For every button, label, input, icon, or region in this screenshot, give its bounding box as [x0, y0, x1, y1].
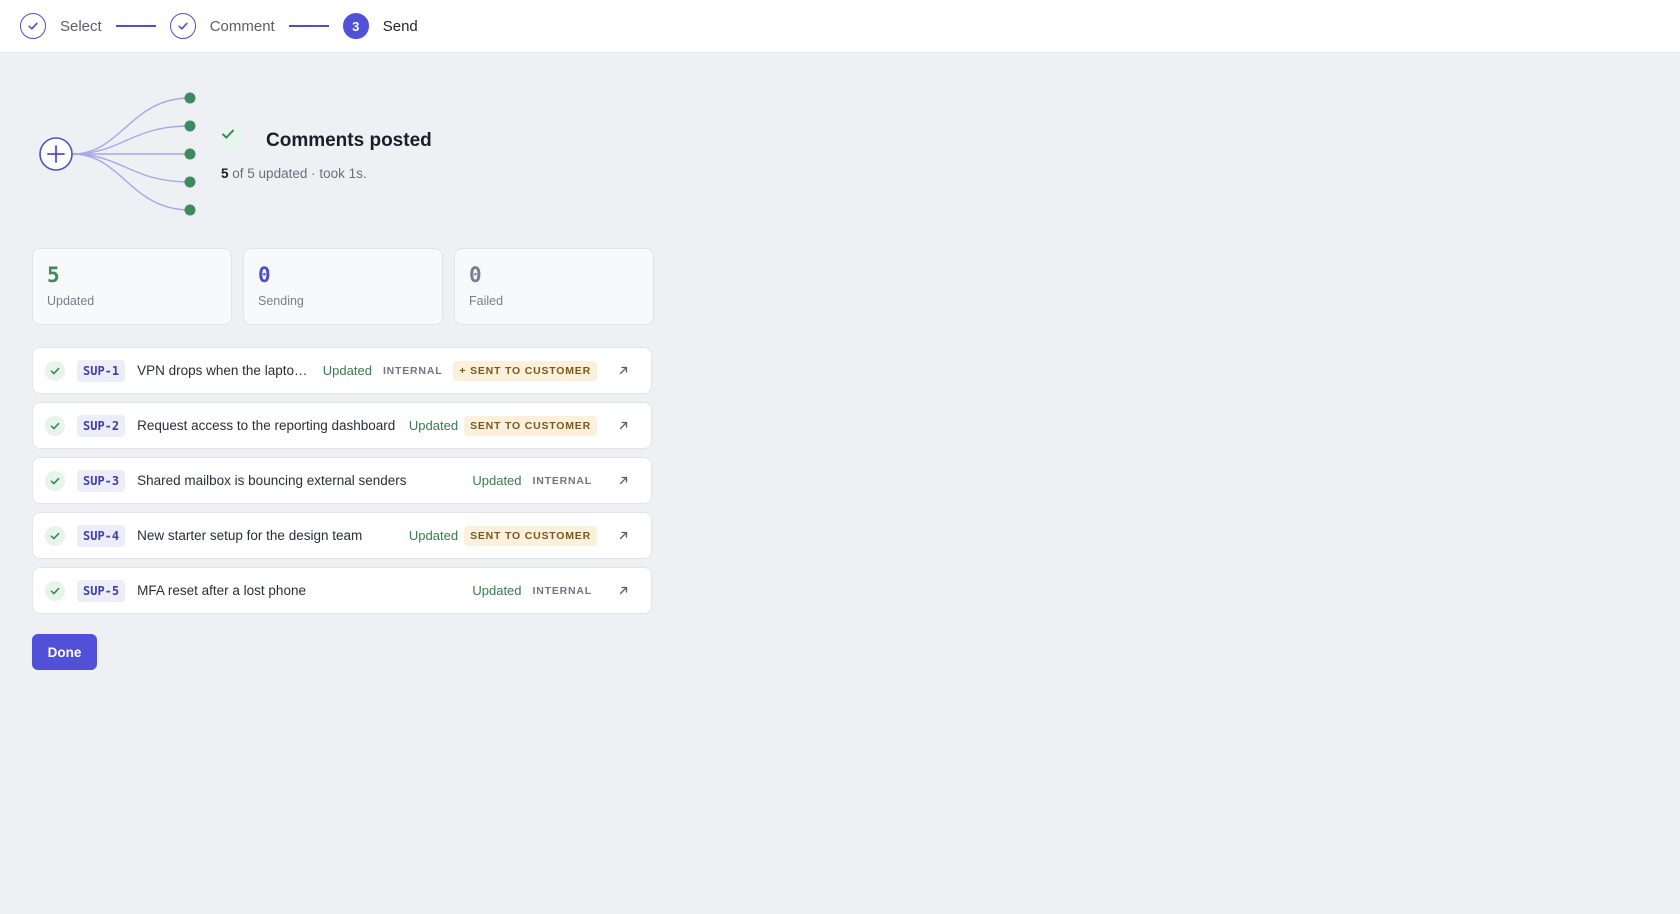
open-external-icon[interactable]: [611, 469, 635, 493]
ticket-id: SUP-4: [77, 524, 126, 547]
step-select[interactable]: Select: [20, 13, 102, 39]
updated-count: 5: [221, 166, 229, 181]
customer-badge: + SENT TO CUSTOMER: [453, 360, 597, 381]
table-row[interactable]: SUP-3 Shared mailbox is bouncing externa…: [32, 457, 652, 504]
done-button[interactable]: Done: [32, 634, 97, 670]
internal-badge: INTERNAL: [532, 584, 592, 597]
branch-node: [184, 148, 196, 160]
stat-label: Failed: [469, 294, 504, 308]
open-external-icon[interactable]: [611, 579, 635, 603]
branch-line: [71, 125, 191, 155]
result-hero: Comments posted 5 of 5 updated · took 1s…: [32, 80, 452, 230]
check-icon: [20, 13, 46, 39]
open-external-icon[interactable]: [611, 524, 635, 548]
table-row[interactable]: SUP-2 Request access to the reporting da…: [32, 402, 652, 449]
status-text: Updated: [472, 473, 522, 488]
status-text: Updated: [472, 583, 522, 598]
check-icon: [45, 470, 65, 491]
step-send[interactable]: 3 Send: [342, 13, 418, 39]
summary-text: of 5 updated · took 1s.: [232, 166, 367, 181]
status-text: Updated: [322, 363, 372, 378]
status-text: Updated: [408, 528, 459, 543]
stat-value: 0: [258, 263, 271, 287]
ticket-list: SUP-1 VPN drops when the laptop wakes fr…: [32, 347, 652, 622]
branch-line: [71, 153, 191, 183]
branch-node: [184, 204, 196, 216]
ticket-id: SUP-3: [77, 469, 126, 492]
ticket-title: VPN drops when the laptop wakes from sle…: [137, 363, 313, 378]
ticket-title: Shared mailbox is bouncing external send…: [137, 473, 407, 488]
step-connector: [288, 25, 329, 27]
step-connector: [115, 25, 156, 27]
customer-badge: SENT TO CUSTOMER: [464, 415, 597, 436]
check-icon: [169, 13, 196, 39]
branch-node: [184, 92, 196, 104]
check-icon: [45, 360, 65, 381]
step-label: Select: [60, 17, 102, 35]
step-number: 3: [342, 13, 369, 39]
ticket-title: New starter setup for the design team: [137, 528, 363, 543]
ticket-title: Request access to the reporting dashboar…: [137, 418, 396, 433]
customer-badge: SENT TO CUSTOMER: [464, 525, 597, 546]
ticket-id: SUP-1: [77, 359, 126, 382]
check-icon: [45, 525, 65, 546]
result-summary: 5 of 5 updated · took 1s.: [221, 166, 367, 181]
step-label: Send: [382, 17, 418, 35]
branch-node: [184, 176, 196, 188]
branch-graphic: [39, 92, 196, 216]
step-label: Comment: [209, 17, 275, 35]
stats-row: 5 Updated 0 Sending 0 Failed: [32, 248, 654, 325]
stat-updated: 5 Updated: [32, 248, 232, 325]
check-icon: [45, 580, 65, 601]
open-external-icon[interactable]: [611, 359, 635, 383]
stat-label: Updated: [47, 294, 95, 308]
ticket-title: MFA reset after a lost phone: [137, 583, 306, 598]
status-text: Updated: [408, 418, 459, 433]
page-title: Comments posted: [266, 130, 432, 151]
check-icon: [45, 415, 65, 436]
ticket-id: SUP-5: [77, 579, 126, 602]
branch-line: [71, 97, 191, 155]
branch-node: [184, 120, 196, 132]
stat-sending: 0 Sending: [243, 248, 443, 325]
table-row[interactable]: SUP-4 New starter setup for the design t…: [32, 512, 652, 559]
stat-value: 0: [469, 263, 482, 287]
stepper: Select Comment 3 Send: [0, 0, 1680, 53]
branch-line: [71, 153, 191, 211]
ticket-id: SUP-2: [77, 414, 126, 437]
stat-label: Sending: [258, 294, 304, 308]
stat-value: 5: [47, 263, 60, 287]
open-external-icon[interactable]: [611, 414, 635, 438]
check-icon: [220, 126, 246, 152]
internal-badge: INTERNAL: [532, 474, 592, 487]
table-row[interactable]: SUP-1 VPN drops when the laptop wakes fr…: [32, 347, 652, 394]
internal-badge: INTERNAL: [382, 364, 443, 377]
table-row[interactable]: SUP-5 MFA reset after a lost phone Updat…: [32, 567, 652, 614]
plus-icon: [39, 137, 73, 171]
step-comment[interactable]: Comment: [169, 13, 275, 39]
stat-failed: 0 Failed: [454, 248, 654, 325]
